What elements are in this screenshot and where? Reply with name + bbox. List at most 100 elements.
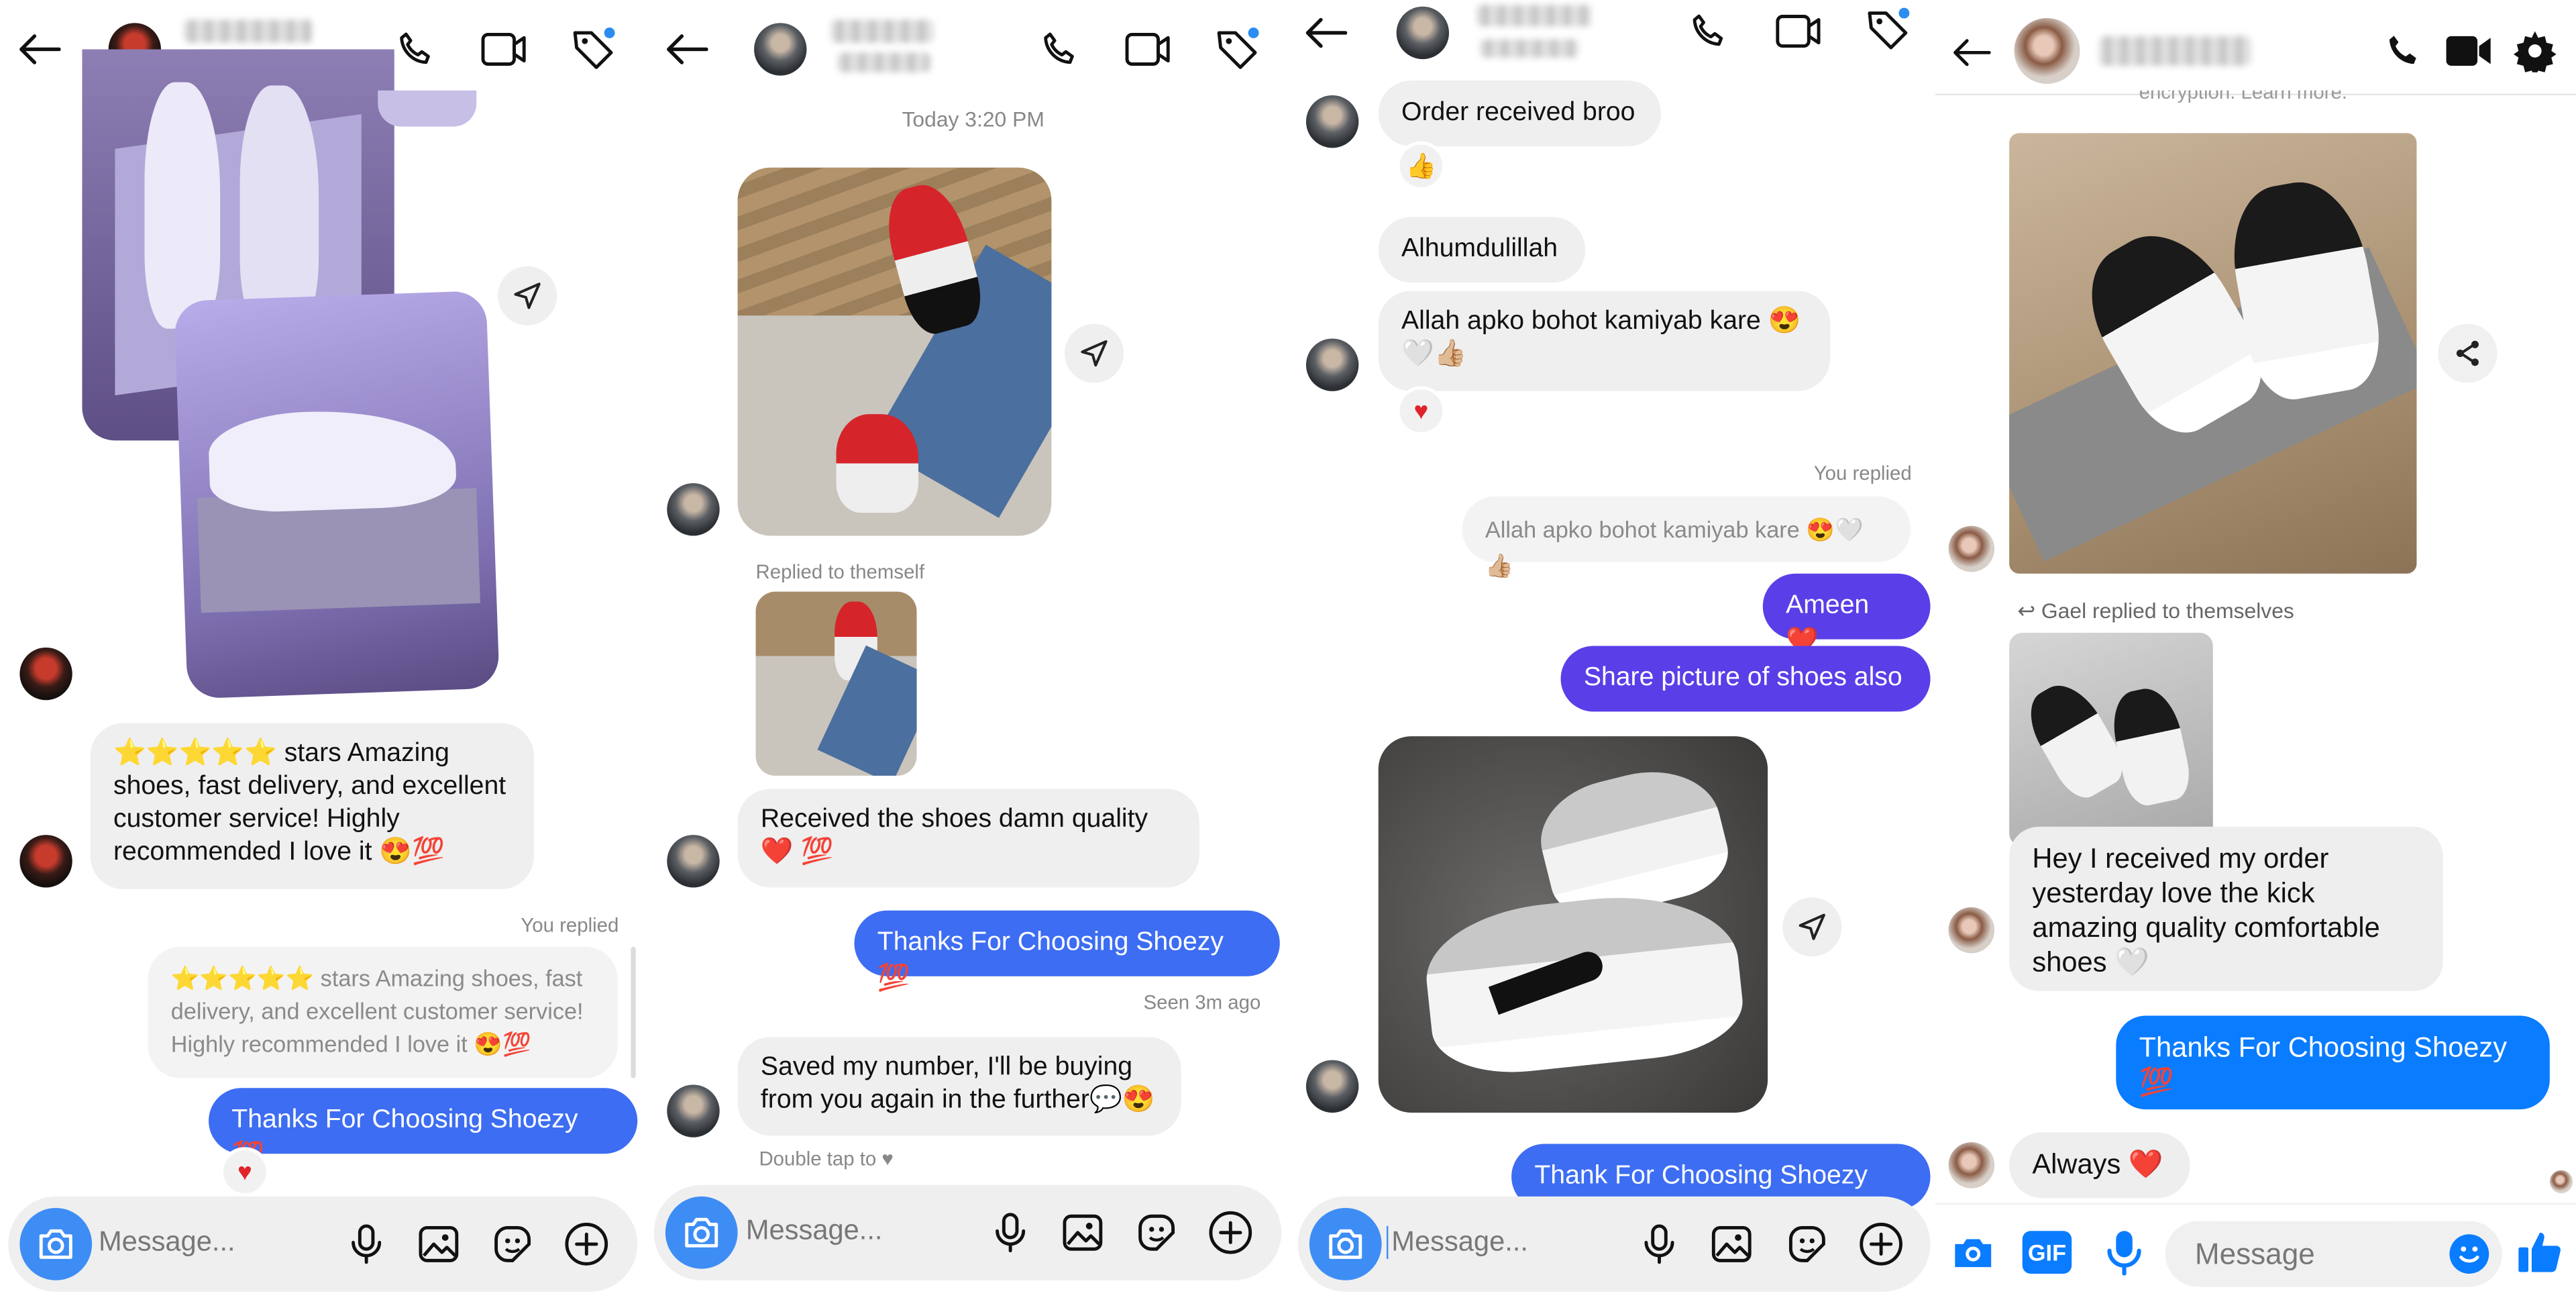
gif-button[interactable]: GIF [2022,1231,2072,1274]
contact-avatar[interactable] [1396,6,1450,60]
heart-reaction[interactable]: ♥ [220,1147,270,1197]
quoted-photo[interactable] [755,591,917,776]
forward-icon[interactable] [1782,897,1842,957]
sender-avatar [1948,907,1995,954]
thumbs-up-icon[interactable] [2514,1225,2566,1277]
order-received-message[interactable]: Order received broo [1378,81,1661,146]
share-request-message[interactable]: Share picture of shoes also [1560,646,1931,712]
share-icon[interactable] [2438,323,2498,383]
tag-icon[interactable] [1860,3,1915,56]
sender-avatar [1305,1060,1359,1113]
sneaker-right [239,85,319,332]
sender-avatar [1305,95,1359,148]
read-receipt-avatar [2549,1170,2573,1193]
tag-icon[interactable] [1209,23,1265,75]
saved-number-message[interactable]: Saved my number, I'll be buying from you… [737,1037,1181,1136]
mic-icon[interactable] [1636,1221,1682,1268]
phone-icon[interactable] [391,25,440,74]
gallery-icon[interactable] [1060,1209,1106,1256]
message-input[interactable]: Message... [1386,1225,1528,1259]
sneaker-left [144,82,221,329]
gallery-icon[interactable] [1709,1221,1755,1268]
quoted-message: Allah apko bohot kamiyab kare 😍🤍👍🏼 [1462,496,1911,578]
shoe-photo-front[interactable] [174,290,500,699]
heart-reaction[interactable]: ♥ [1396,386,1446,436]
message-input[interactable]: Message [2195,1237,2315,1272]
arrow-left-icon[interactable] [13,23,66,75]
you-replied-label: You replied [1813,462,1912,485]
forward-icon[interactable] [498,266,557,325]
received-message[interactable]: Received the shoes damn quality❤️ 💯 [737,789,1199,888]
received-order-message[interactable]: Hey I received my order yesterday love t… [2009,826,2443,991]
thanks-message[interactable]: Thanks For Choosing Shoezy 💯 [209,1088,638,1170]
add-icon[interactable] [1858,1221,1904,1268]
message-input[interactable]: Message... [746,1215,883,1248]
double-tap-hint: Double tap to ♥ [759,1147,894,1170]
thanks-message[interactable]: Thanks For Choosing Shoezy 💯 [854,910,1280,993]
reply-bar [631,946,636,1078]
chat-panel-1: ⭐⭐⭐⭐⭐ stars Amazing shoes, fast delivery… [0,0,646,1315]
phone-icon[interactable] [1684,7,1733,56]
message-field[interactable]: Message [2165,1221,2502,1287]
contact-username-blurred [1480,39,1579,58]
timestamp: Today 3:20 PM [902,107,1044,132]
sneaker-red-2 [836,414,918,513]
message-composer: Message... [1297,1196,1931,1292]
gallery-icon[interactable] [416,1221,462,1268]
contact-avatar[interactable] [754,23,807,76]
reply-arrow-icon: ↩ [2017,598,2041,623]
video-icon[interactable] [1120,25,1176,74]
sender-avatar [667,483,720,536]
sticker-icon[interactable] [490,1221,536,1268]
camera-button[interactable] [19,1208,93,1280]
gear-icon[interactable] [2510,26,2559,75]
review-message[interactable]: ⭐⭐⭐⭐⭐ stars Amazing shoes, fast delivery… [90,723,534,889]
mic-icon[interactable] [987,1209,1034,1256]
mic-icon[interactable] [343,1221,390,1268]
contact-avatar[interactable] [2014,17,2080,84]
add-icon[interactable] [564,1221,610,1268]
you-replied-label: You replied [521,913,619,937]
chat-panel-2: Today 3:20 PM Replied to themself Receiv… [645,0,1291,1315]
add-icon[interactable] [1208,1209,1254,1256]
sticker-icon[interactable] [1784,1221,1831,1268]
dua-message[interactable]: Allah apko bohot kamiyab kare 😍 🤍👍🏼 [1378,291,1831,391]
shoe-photo[interactable] [737,167,1052,536]
tag-icon[interactable] [565,23,621,75]
mic-icon[interactable] [2100,1227,2149,1276]
screenshot-collage: ⭐⭐⭐⭐⭐ stars Amazing shoes, fast delivery… [0,0,2576,1315]
ameen-message[interactable]: Ameen ❤️ [1762,573,1931,656]
chat-header [645,0,1291,95]
quoted-photo[interactable] [2009,632,2213,847]
video-icon[interactable] [476,25,532,74]
jeans [817,645,917,776]
alhumdulillah-message[interactable]: Alhumdulillah [1378,217,1586,283]
quoted-message: ⭐⭐⭐⭐⭐ stars Amazing shoes, fast delivery… [148,946,618,1078]
sticker-icon[interactable] [1134,1209,1180,1256]
always-message[interactable]: Always ❤️ [2009,1132,2190,1199]
chat-header [1935,0,2576,96]
phone-icon[interactable] [2379,26,2428,75]
sender-avatar [1305,338,1359,391]
arrow-left-icon[interactable] [660,23,712,75]
shoe-photo[interactable] [2009,133,2417,574]
phone-icon[interactable] [1035,25,1084,74]
messenger-composer-bar: GIF Message [1935,1203,2576,1315]
emoji-icon[interactable] [2449,1234,2489,1274]
sender-avatar [1948,525,1995,572]
arrow-left-icon[interactable] [1945,26,1998,79]
camera-button[interactable] [1309,1208,1382,1280]
chat-panel-3: Order received broo 👍 Alhumdulillah Alla… [1291,0,1935,1315]
shoe-photo[interactable] [1378,736,1768,1113]
video-icon[interactable] [1771,7,1827,56]
replied-to-label: ↩ Gael replied to themselves [2017,598,2294,624]
thumbs-up-reaction[interactable]: 👍 [1396,141,1446,191]
arrow-left-icon[interactable] [1299,7,1352,59]
camera-button[interactable] [665,1196,738,1269]
contact-name-blurred [831,19,934,43]
thanks-message[interactable]: Thanks For Choosing Shoezy 💯 [2116,1015,2550,1110]
message-input[interactable]: Message... [99,1226,235,1259]
video-icon[interactable] [2443,26,2496,75]
forward-icon[interactable] [1064,323,1124,383]
camera-icon[interactable] [1949,1227,1998,1276]
